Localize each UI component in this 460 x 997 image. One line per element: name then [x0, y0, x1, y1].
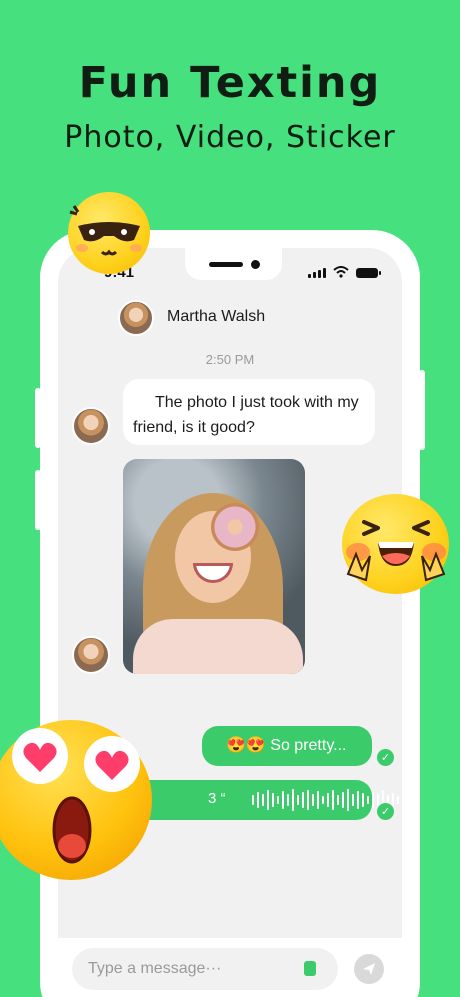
front-camera [251, 260, 260, 269]
read-check-icon: ✓ [377, 803, 394, 820]
send-button[interactable] [354, 954, 384, 984]
phone-screen: 9:41 Martha Walsh 2:50 PM The photo I ju… [58, 248, 402, 997]
voice-message[interactable]: 3 “ [126, 780, 399, 820]
sticker-icon[interactable] [304, 961, 316, 976]
status-icons [308, 266, 381, 278]
chat-timestamp: 2:50 PM [205, 352, 255, 367]
notch [185, 248, 282, 280]
heart-eyes-emoji-sticker [0, 720, 152, 880]
speaker-grille [209, 262, 243, 267]
message-avatar [72, 636, 110, 674]
wifi-icon [333, 266, 349, 278]
photo-message[interactable] [123, 459, 305, 674]
incoming-message[interactable]: The photo I just took with my friend, is… [123, 379, 375, 445]
message-composer [58, 938, 402, 997]
battery-icon [356, 268, 381, 278]
contact-avatar[interactable] [118, 300, 154, 336]
voice-duration: 3 “ [208, 790, 226, 807]
phone-side-button-left-1 [35, 388, 41, 448]
phone-side-button-left-2 [35, 470, 41, 530]
headline: Fun Texting [78, 58, 382, 108]
read-check-icon: ✓ [377, 749, 394, 766]
signal-icon [308, 268, 326, 278]
message-avatar [72, 407, 110, 445]
subheadline: Photo, Video, Sticker [64, 120, 396, 155]
send-icon [363, 963, 375, 975]
cool-emoji-sticker [68, 192, 150, 274]
message-input[interactable] [72, 948, 338, 990]
laughing-emoji-sticker [342, 494, 449, 594]
contact-name[interactable]: Martha Walsh [167, 308, 265, 326]
phone-side-button-right [419, 370, 425, 450]
outgoing-message[interactable]: 😍😍 So pretty... [202, 726, 372, 766]
